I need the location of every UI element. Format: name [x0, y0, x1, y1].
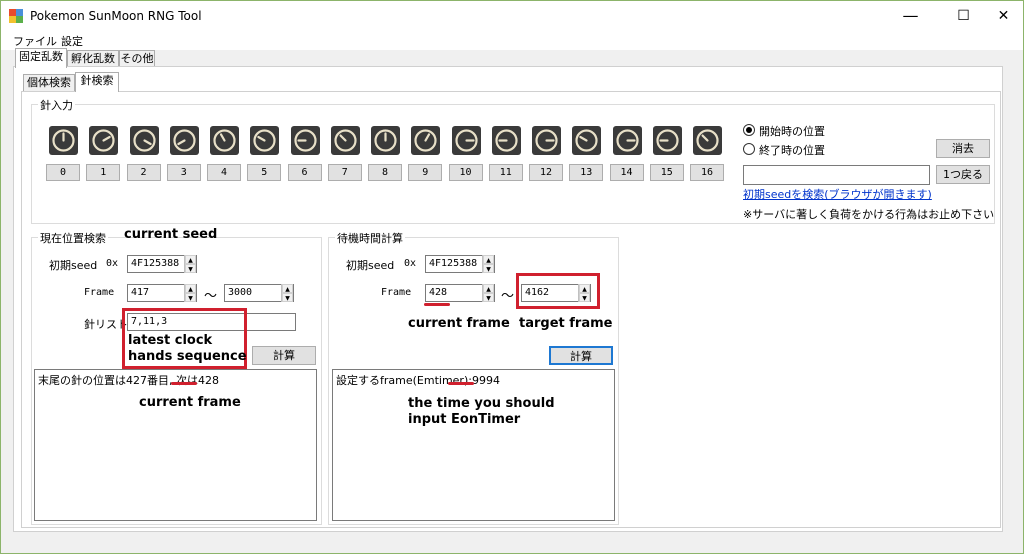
clock-icon-4[interactable]: [210, 126, 239, 155]
clock-number-button-1[interactable]: 1: [86, 164, 121, 181]
title-bar: Pokemon SunMoon RNG Tool — ☐ ✕: [1, 1, 1023, 31]
close-button[interactable]: ✕: [981, 1, 1024, 31]
annot-current-frame-right: current frame: [408, 316, 510, 331]
annot-target-frame: target frame: [519, 316, 613, 331]
clock-icon-11[interactable]: [491, 126, 521, 155]
clock-number-button-2[interactable]: 2: [126, 164, 161, 181]
maximize-button[interactable]: ☐: [941, 1, 986, 31]
result-text-left: 末尾の針の位置は427番目, 次は428: [38, 374, 219, 387]
clear-button[interactable]: 消去: [936, 139, 990, 158]
clock-number-button-12[interactable]: 12: [529, 164, 563, 181]
menu-settings[interactable]: 設定: [61, 33, 83, 49]
tab-fixed-rng[interactable]: 固定乱数: [15, 48, 67, 68]
radio-start-label: 開始時の位置: [759, 125, 825, 138]
clock-icon-10[interactable]: [451, 126, 481, 155]
clock-icon-0[interactable]: [49, 126, 78, 155]
window-title: Pokemon SunMoon RNG Tool: [30, 9, 202, 23]
clock-icon-12[interactable]: [532, 126, 561, 155]
initial-seed-label-left: 初期seed: [49, 259, 98, 272]
annot-eontimer-1: the time you should: [408, 396, 555, 411]
clock-icon-2[interactable]: [129, 126, 159, 155]
clock-icon-16[interactable]: [693, 126, 722, 155]
notice-text: ※サーバに著しく負荷をかける行為はお止め下さい: [743, 208, 995, 221]
frame-to-spinner-left[interactable]: ▲ ▼: [281, 284, 293, 302]
menu-file[interactable]: ファイル: [13, 33, 57, 49]
hex-prefix-right: 0x: [404, 258, 417, 269]
position-search-label: 現在位置検索: [38, 230, 108, 246]
clock-number-button-6[interactable]: 6: [287, 164, 322, 181]
tilde-right: 〜: [501, 289, 515, 304]
needle-input-label: 針入力: [38, 97, 75, 113]
tab-egg-rng[interactable]: 孵化乱数: [67, 50, 119, 67]
tab-individual-search[interactable]: 個体検索: [23, 74, 75, 91]
frame-label-right: Frame: [381, 287, 412, 298]
clock-icon-1[interactable]: [89, 126, 119, 155]
clock-number-button-0[interactable]: 0: [46, 164, 80, 181]
tab-needle-search[interactable]: 針検索: [75, 72, 119, 92]
tab-other[interactable]: その他: [119, 50, 155, 67]
clock-number-button-14[interactable]: 14: [609, 164, 644, 181]
frame-from-spinner-left[interactable]: ▲ ▼: [184, 284, 196, 302]
back-one-button[interactable]: 1つ戻る: [936, 165, 990, 184]
annot-eontimer-2: input EonTimer: [408, 412, 521, 427]
clock-number-button-13[interactable]: 13: [569, 164, 604, 181]
annot-underline-9994: [448, 382, 474, 385]
clock-number-button-5[interactable]: 5: [247, 164, 282, 181]
clock-number-button-10[interactable]: 10: [448, 164, 483, 181]
clock-icon-3[interactable]: [169, 126, 199, 155]
clock-icon-7[interactable]: [330, 126, 360, 155]
result-box-right: 設定するframe(Emtimer):9994: [332, 369, 615, 521]
result-box-left: 末尾の針の位置は427番目, 次は428: [34, 369, 317, 521]
clock-icon-8[interactable]: [371, 126, 400, 155]
annot-underline-428-right: [424, 303, 450, 306]
calc-button-left[interactable]: 計算: [252, 346, 316, 365]
clock-number-button-3[interactable]: 3: [166, 164, 201, 181]
radio-end-label: 終了時の位置: [759, 144, 825, 157]
annot-latest-clock-1: latest clock: [128, 333, 213, 348]
minimize-button[interactable]: —: [888, 1, 933, 31]
frame-label-left: Frame: [84, 287, 115, 298]
clock-number-button-15[interactable]: 15: [649, 164, 684, 181]
clock-number-button-11[interactable]: 11: [488, 164, 523, 181]
needle-sequence-input[interactable]: [743, 165, 930, 185]
hex-prefix-left: 0x: [106, 258, 119, 269]
clock-icon-15[interactable]: [652, 126, 682, 155]
clock-icon-13[interactable]: [572, 126, 602, 155]
frame-from-spinner-right[interactable]: ▲ ▼: [482, 284, 494, 302]
clock-icon-14[interactable]: [612, 126, 642, 155]
clock-number-button-8[interactable]: 8: [368, 164, 402, 181]
radio-end-position[interactable]: [743, 143, 755, 155]
annot-current-frame-left: current frame: [139, 395, 241, 410]
tilde-left: 〜: [204, 289, 218, 304]
app-icon: [9, 9, 23, 23]
seed-spinner-right[interactable]: ▲ ▼: [482, 255, 494, 273]
clock-icon-5[interactable]: [250, 126, 280, 155]
seed-search-link[interactable]: 初期seedを検索(ブラウザが開きます): [743, 186, 932, 202]
radio-start-position[interactable]: [743, 124, 755, 136]
app-window: Pokemon SunMoon RNG Tool — ☐ ✕ ファイル 設定 固…: [0, 0, 1024, 554]
menu-bar: ファイル 設定: [1, 31, 1023, 50]
clock-number-button-9[interactable]: 9: [408, 164, 443, 181]
annot-latest-clock-2: hands sequence: [128, 349, 247, 364]
wait-calc-label: 待機時間計算: [335, 230, 405, 246]
result-text-right: 設定するframe(Emtimer):9994: [336, 374, 500, 387]
annot-box-target-frame: [516, 273, 600, 309]
clock-number-button-16[interactable]: 16: [690, 164, 724, 181]
annot-current-seed: current seed: [124, 227, 218, 242]
annot-underline-428-left: [171, 382, 197, 385]
seed-spinner-left[interactable]: ▲ ▼: [184, 255, 196, 273]
clock-number-button-4[interactable]: 4: [207, 164, 241, 181]
clock-icon-6[interactable]: [290, 126, 320, 155]
clock-number-button-7[interactable]: 7: [327, 164, 362, 181]
clock-icon-9[interactable]: [411, 126, 441, 155]
initial-seed-label-right: 初期seed: [346, 259, 395, 272]
calc-button-right[interactable]: 計算: [549, 346, 613, 365]
